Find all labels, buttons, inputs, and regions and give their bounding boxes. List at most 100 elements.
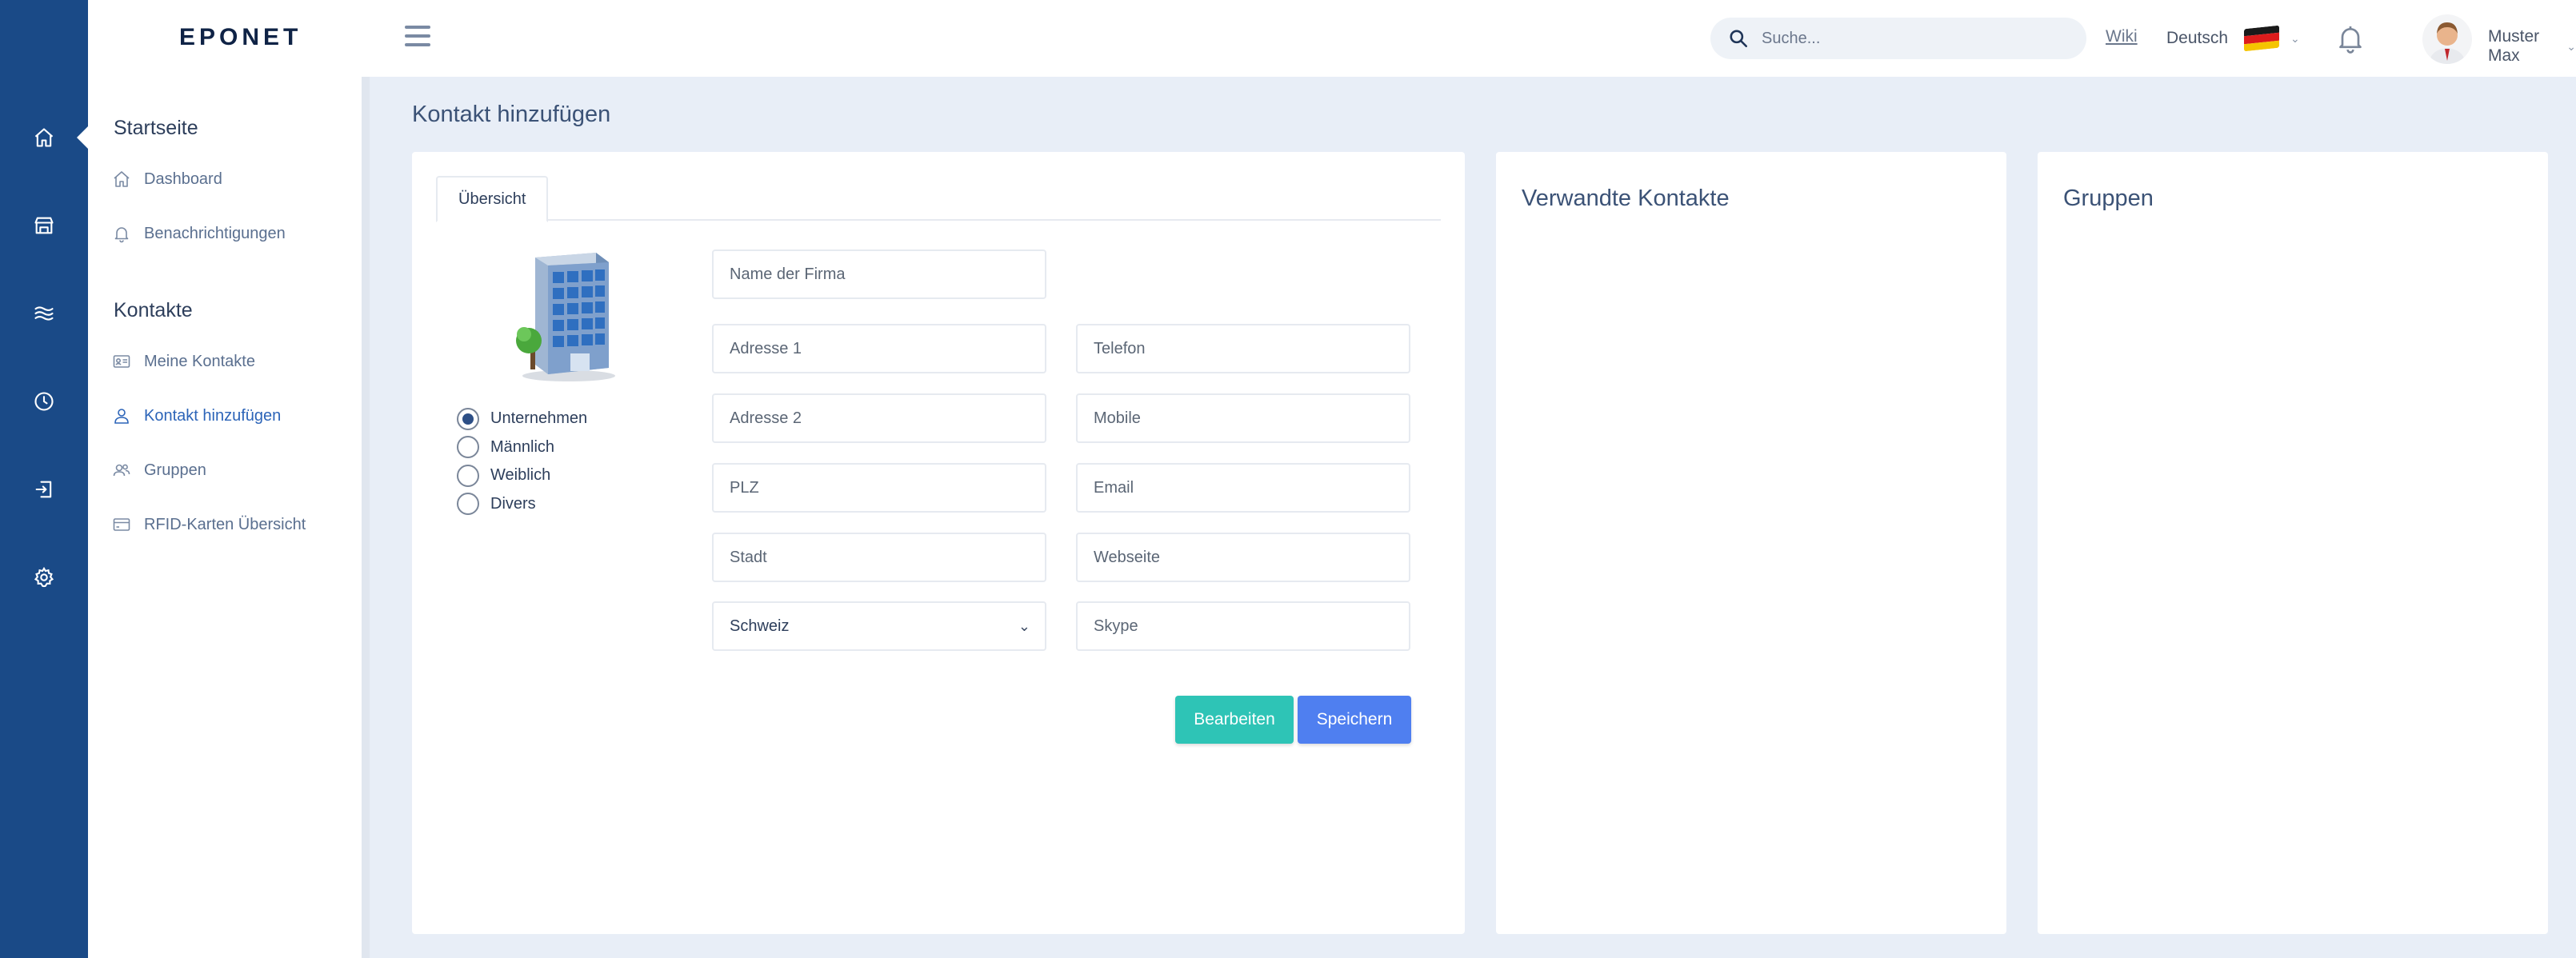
nav-label: Gruppen [144, 461, 206, 479]
bell-icon [114, 227, 129, 243]
user-avatar[interactable] [2422, 14, 2472, 64]
section-startseite: Startseite [114, 117, 198, 139]
users-icon [113, 464, 130, 477]
website-input[interactable] [1078, 534, 1409, 581]
brand-logo[interactable]: EPONET [179, 24, 302, 51]
building-icon [516, 253, 615, 381]
search-input[interactable] [1762, 29, 2082, 48]
credit-card-icon [113, 518, 130, 531]
search-box [1710, 18, 2086, 59]
home-icon [114, 171, 130, 187]
radio-weiblich[interactable]: Weiblich [457, 461, 587, 490]
hamburger-line [405, 34, 430, 38]
chevron-down-icon: ⌄ [2566, 39, 2576, 53]
rail-waves[interactable] [0, 269, 88, 357]
radio-button[interactable] [457, 464, 479, 487]
company-name-field [712, 249, 1046, 299]
related-contacts-card: Verwandte Kontakte [1496, 152, 2006, 934]
menu-toggle-button[interactable] [405, 26, 430, 48]
radio-label: Unternehmen [490, 409, 588, 428]
rail-history[interactable] [0, 357, 88, 445]
country-select[interactable]: Schweiz ⌄ [712, 601, 1046, 651]
hamburger-line [405, 26, 430, 29]
user-name: Muster Max [2488, 27, 2540, 65]
section-kontakte: Kontakte [114, 299, 193, 321]
edit-button[interactable]: Bearbeiten [1175, 696, 1294, 744]
contact-form-card: Übersicht Unternehmen Männlich Weiblich … [412, 152, 1465, 934]
radio-maennlich[interactable]: Männlich [457, 433, 587, 462]
nav-item-my-contacts[interactable]: Meine Kontakte [112, 345, 255, 377]
store-icon [34, 217, 54, 234]
country-value: Schweiz [730, 617, 790, 635]
user-icon [114, 409, 129, 424]
address1-input[interactable] [714, 325, 1045, 372]
nav-label: Dashboard [144, 170, 222, 188]
city-input[interactable] [714, 534, 1045, 581]
rail-store[interactable] [0, 182, 88, 269]
radio-button[interactable] [457, 493, 479, 516]
address2-input[interactable] [714, 395, 1045, 441]
nav-label: Benachrichtigungen [144, 224, 286, 242]
language-selector[interactable]: Deutsch ⌄ [2166, 21, 2300, 56]
city-field [712, 533, 1046, 582]
hamburger-line [405, 43, 430, 46]
nav-item-groups[interactable]: Gruppen [112, 454, 206, 486]
nav-item-add-contact[interactable]: Kontakt hinzufügen [112, 400, 281, 432]
rail-login[interactable] [0, 445, 88, 533]
company-name-input[interactable] [714, 251, 1045, 297]
radio-label: Weiblich [490, 466, 551, 485]
radio-unternehmen[interactable]: Unternehmen [457, 405, 587, 433]
settings-icon [34, 566, 54, 588]
page-title: Kontakt hinzufügen [412, 102, 611, 127]
bell-icon[interactable] [2334, 22, 2366, 54]
website-field [1076, 533, 1410, 582]
nav-item-dashboard[interactable]: Dashboard [112, 163, 222, 195]
email-field [1076, 463, 1410, 513]
chevron-down-icon: ⌄ [2290, 31, 2300, 45]
chevron-down-icon: ⌄ [1018, 617, 1030, 634]
phone-field [1076, 324, 1410, 373]
radio-label: Divers [490, 494, 536, 513]
side-navigation: Startseite Dashboard Benachrichtigungen … [88, 77, 370, 958]
nav-label: Meine Kontakte [144, 352, 255, 370]
avatar-image [2422, 14, 2472, 64]
wiki-link[interactable]: Wiki [2106, 27, 2138, 46]
phone-input[interactable] [1078, 325, 1409, 372]
tab-overview[interactable]: Übersicht [436, 176, 549, 222]
radio-button-checked[interactable] [457, 407, 479, 430]
nav-item-notifications[interactable]: Benachrichtigungen [112, 218, 286, 249]
contact-type-radio-group: Unternehmen Männlich Weiblich Divers [457, 405, 587, 518]
groups-card: Gruppen [2038, 152, 2548, 934]
waves-icon [34, 306, 54, 321]
address1-field [712, 324, 1046, 373]
germany-flag-icon [2244, 25, 2280, 52]
related-contacts-title: Verwandte Kontakte [1522, 186, 1730, 211]
icon-rail [0, 0, 90, 958]
tab-bar: Übersicht [436, 176, 1441, 222]
search-icon [1730, 30, 1748, 48]
skype-input[interactable] [1078, 603, 1409, 649]
address2-field [712, 393, 1046, 443]
email-input[interactable] [1078, 465, 1409, 511]
radio-button[interactable] [457, 436, 479, 459]
login-icon [35, 481, 52, 498]
contact-card-icon [113, 355, 130, 368]
nav-label: RFID-Karten Übersicht [144, 515, 306, 533]
top-header: EPONET Wiki Deutsch ⌄ Muster Max ⌄ [88, 0, 2576, 77]
home-icon [34, 128, 54, 147]
zip-input[interactable] [714, 465, 1045, 511]
clock-icon [34, 392, 54, 411]
radio-label: Männlich [490, 437, 555, 456]
rail-home[interactable] [0, 94, 88, 182]
nav-label: Kontakt hinzufügen [144, 406, 282, 425]
rail-settings[interactable] [0, 533, 88, 621]
language-label: Deutsch [2166, 29, 2229, 47]
mobile-input[interactable] [1078, 395, 1409, 441]
nav-item-rfid[interactable]: RFID-Karten Übersicht [112, 509, 306, 541]
save-button[interactable]: Speichern [1298, 696, 1411, 744]
user-menu[interactable]: Muster Max ⌄ [2488, 27, 2576, 66]
zip-field [712, 463, 1046, 513]
skype-field [1076, 601, 1410, 651]
mobile-field [1076, 393, 1410, 443]
radio-divers[interactable]: Divers [457, 490, 587, 519]
